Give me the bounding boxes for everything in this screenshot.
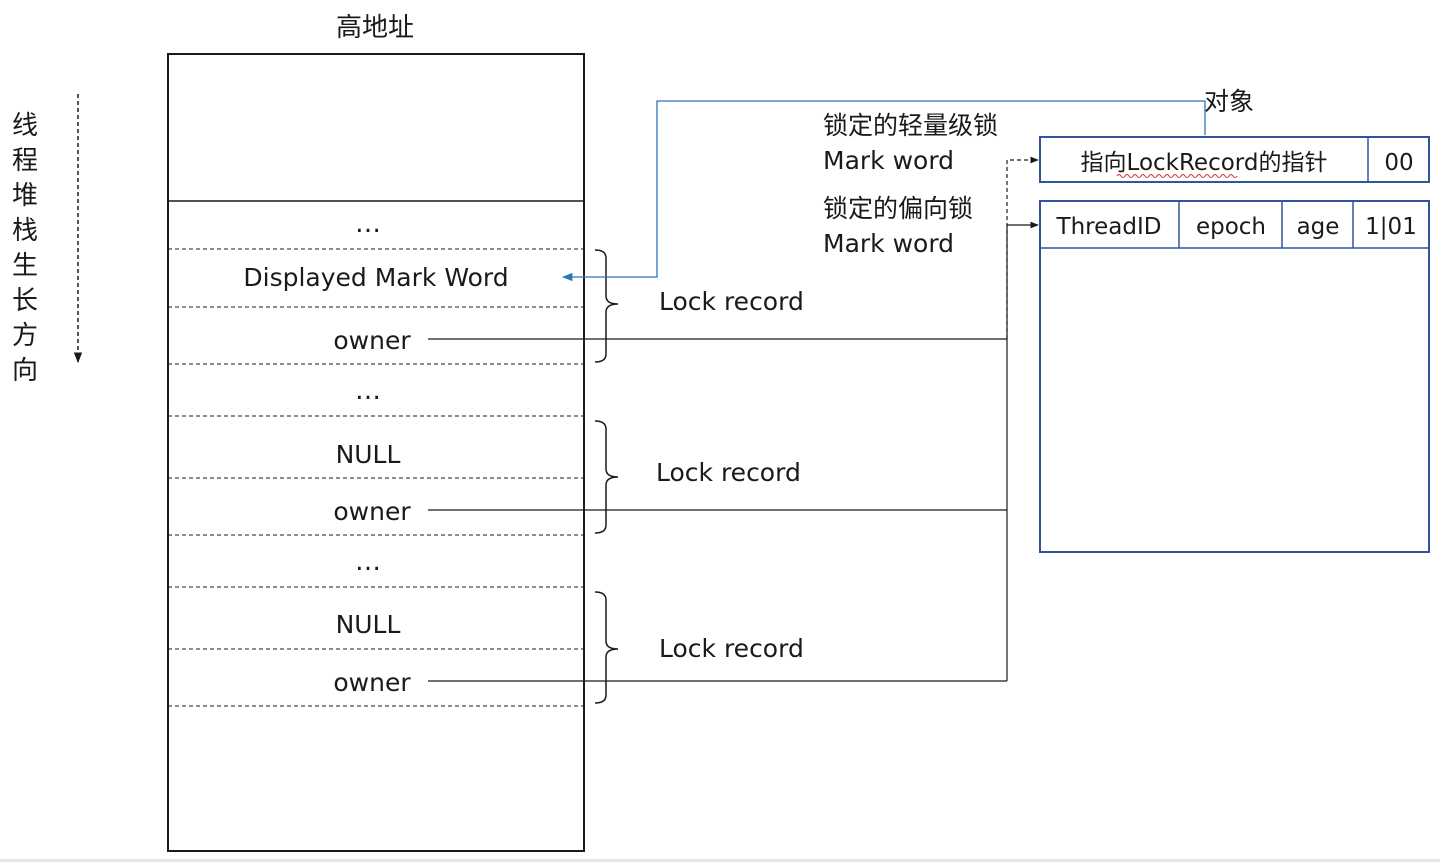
null-field: NULL	[336, 610, 401, 639]
lightweight-lock-title: 锁定的轻量级锁	[823, 111, 998, 140]
lock-record-brace	[594, 591, 619, 704]
svg-text:向: 向	[12, 356, 38, 386]
svg-text:程: 程	[12, 146, 38, 176]
lock-bits-field: 00	[1384, 150, 1413, 176]
lock-record-label: Lock record	[659, 634, 804, 663]
owner-field: owner	[333, 668, 411, 697]
lock-record-label: Lock record	[656, 458, 801, 487]
lightweight-lock-subtitle: Mark word	[823, 146, 954, 175]
thread-id-field: ThreadID	[1056, 214, 1162, 240]
svg-text:线: 线	[12, 111, 38, 141]
svg-text:堆: 堆	[12, 181, 38, 211]
biased-lock-bits-field: 1|01	[1365, 214, 1417, 240]
svg-text:栈: 栈	[12, 216, 38, 246]
svg-text:方: 方	[12, 321, 38, 351]
svg-text:长: 长	[12, 286, 38, 316]
null-field: NULL	[336, 440, 401, 469]
lock-record-brace	[594, 420, 619, 534]
biased-lock-title: 锁定的偏向锁	[823, 194, 973, 223]
object-label: 对象	[1204, 87, 1254, 116]
stack-growth-label: 线 程 堆 栈 生 长 方 向	[12, 111, 38, 386]
epoch-field: epoch	[1196, 214, 1266, 240]
owner-field: owner	[333, 497, 411, 526]
biased-lock-subtitle: Mark word	[823, 229, 954, 258]
lock-record-label: Lock record	[659, 287, 804, 316]
stack-top-label: 高地址	[336, 13, 414, 43]
owner-field: owner	[333, 326, 411, 355]
stack-ellipsis: …	[355, 547, 381, 577]
svg-text:生: 生	[12, 251, 38, 281]
dashed-mark-word-arrow	[1006, 156, 1039, 339]
displayed-mark-word: Displayed Mark Word	[243, 263, 508, 292]
lock-diagram: 高地址 … Displayed Mark Word owner … NULL o…	[12, 13, 1430, 852]
stack-ellipsis: …	[355, 209, 381, 239]
lock-record-brace	[594, 249, 619, 363]
age-field: age	[1297, 214, 1340, 240]
biased-object-box	[1039, 200, 1430, 553]
lockrecord-pointer-field: 指向LockRecord的指针	[1081, 150, 1328, 176]
stack-ellipsis: …	[355, 376, 381, 406]
